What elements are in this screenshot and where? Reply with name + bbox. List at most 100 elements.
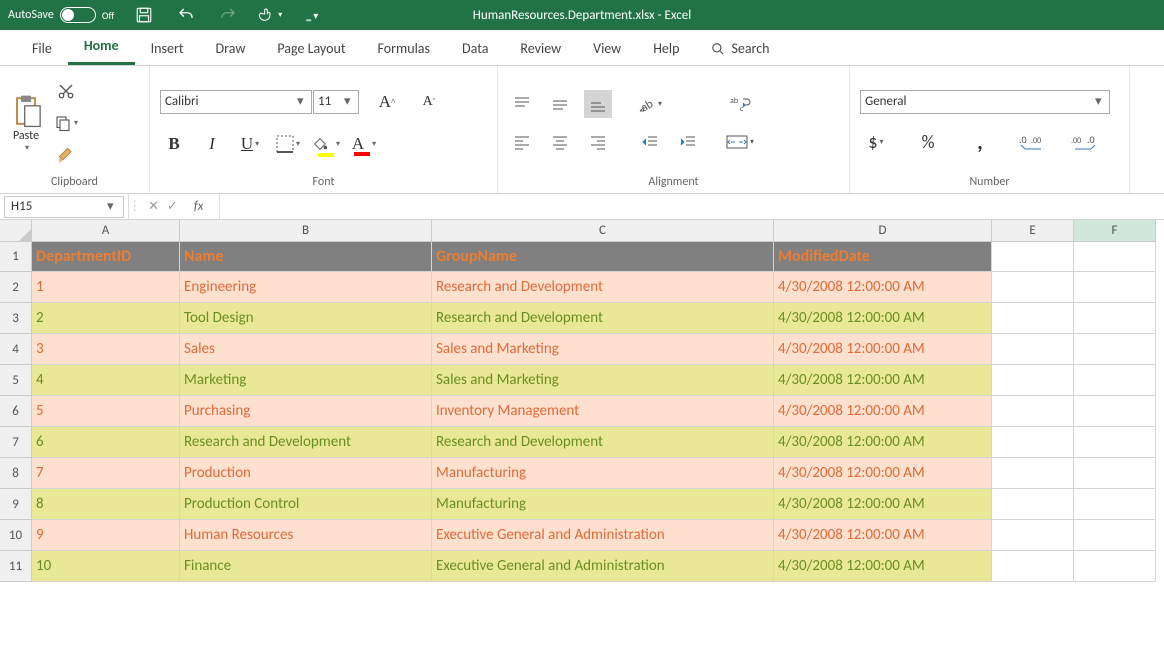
decrease-indent-button[interactable] [636,128,664,156]
cell[interactable]: 9 [32,520,180,551]
cell[interactable]: Inventory Management [432,396,774,427]
tab-review[interactable]: Review [504,32,577,65]
cell[interactable]: 8 [32,489,180,520]
cell[interactable]: 4/30/2008 12:00:00 AM [774,489,992,520]
cell[interactable]: 7 [32,458,180,489]
increase-font-button[interactable]: A^ [373,88,401,116]
tab-formulas[interactable]: Formulas [362,32,446,65]
col-head-A[interactable]: A [32,220,180,242]
cut-button[interactable] [54,79,78,103]
cell[interactable]: 5 [32,396,180,427]
align-middle-button[interactable] [546,90,574,118]
cell[interactable]: 6 [32,427,180,458]
cell[interactable] [992,489,1074,520]
cell[interactable] [1074,396,1156,427]
font-color-button[interactable]: A ▾ [350,130,378,158]
undo-icon[interactable] [174,3,198,27]
cell[interactable]: 4/30/2008 12:00:00 AM [774,396,992,427]
cell[interactable] [992,520,1074,551]
cell[interactable] [1074,551,1156,582]
cell[interactable]: Research and Development [432,427,774,458]
cell[interactable]: Purchasing [180,396,432,427]
row-head[interactable]: 11 [0,551,32,582]
cell[interactable]: Research and Development [432,303,774,334]
font-name-combo[interactable]: Calibri ▾ [160,90,312,114]
increase-indent-button[interactable] [674,128,702,156]
tab-insert[interactable]: Insert [135,32,200,65]
cancel-icon[interactable]: ✕ [148,199,159,214]
cell[interactable] [992,551,1074,582]
cell[interactable]: 3 [32,334,180,365]
fx-icon[interactable]: fx [186,199,212,214]
tab-data[interactable]: Data [446,32,504,65]
tab-draw[interactable]: Draw [200,32,262,65]
row-head[interactable]: 3 [0,303,32,334]
header-cell[interactable]: DepartmentID [32,242,180,272]
italic-button[interactable]: I [198,130,226,158]
font-size-combo[interactable]: 11 ▾ [313,90,359,114]
align-top-button[interactable] [508,90,536,118]
align-bottom-button[interactable] [584,90,612,118]
cell[interactable]: 1 [32,272,180,303]
save-icon[interactable] [132,3,156,27]
align-right-button[interactable] [584,128,612,156]
cell[interactable]: Production [180,458,432,489]
cell[interactable] [1074,520,1156,551]
cell[interactable]: 4/30/2008 12:00:00 AM [774,334,992,365]
cell[interactable]: 10 [32,551,180,582]
formula-input[interactable] [220,194,1164,219]
copy-button[interactable]: ▾ [54,111,78,135]
cell[interactable] [1074,334,1156,365]
cell[interactable]: 4 [32,365,180,396]
col-head-B[interactable]: B [180,220,432,242]
row-head[interactable]: 10 [0,520,32,551]
enter-icon[interactable]: ✓ [167,199,178,214]
align-left-button[interactable] [508,128,536,156]
cell[interactable]: Executive General and Administration [432,551,774,582]
cell[interactable]: 4/30/2008 12:00:00 AM [774,365,992,396]
cell[interactable] [1074,303,1156,334]
decrease-font-button[interactable]: Aˇ [415,88,443,116]
cell[interactable]: Research and Development [180,427,432,458]
cell[interactable] [992,272,1074,303]
cell[interactable] [992,303,1074,334]
cell[interactable] [992,365,1074,396]
cell[interactable]: Manufacturing [432,489,774,520]
fill-color-button[interactable]: ▾ [312,130,340,158]
redo-icon[interactable] [216,3,240,27]
row-head[interactable]: 7 [0,427,32,458]
cell[interactable]: Sales and Marketing [432,365,774,396]
cell[interactable]: Manufacturing [432,458,774,489]
spreadsheet-grid[interactable]: A B C D E F 1DepartmentIDNameGroupNameMo… [0,220,1164,582]
touch-mode-icon[interactable]: ▾ [258,3,282,27]
orientation-button[interactable]: ab▾ [636,90,664,118]
cell[interactable]: Sales and Marketing [432,334,774,365]
row-head[interactable]: 5 [0,365,32,396]
cell[interactable] [1074,427,1156,458]
col-head-D[interactable]: D [774,220,992,242]
cell[interactable]: 4/30/2008 12:00:00 AM [774,458,992,489]
cell[interactable] [992,334,1074,365]
cell[interactable] [1074,458,1156,489]
accounting-format-button[interactable]: $▾ [860,128,892,156]
tab-view[interactable]: View [577,32,637,65]
cell[interactable] [992,242,1074,272]
name-box-expand[interactable]: ⋮ [128,194,140,219]
decrease-decimal-button[interactable]: .00.0 [1068,128,1100,156]
wrap-text-button[interactable]: abc [726,90,754,118]
autosave-toggle[interactable]: AutoSave Off [8,7,114,23]
row-head[interactable]: 2 [0,272,32,303]
cell[interactable] [1074,242,1156,272]
cell[interactable]: Executive General and Administration [432,520,774,551]
cell[interactable]: 4/30/2008 12:00:00 AM [774,303,992,334]
cell[interactable] [1074,272,1156,303]
cell[interactable]: Finance [180,551,432,582]
borders-button[interactable]: ▾ [274,130,302,158]
col-head-F[interactable]: F [1074,220,1156,242]
underline-button[interactable]: U▾ [236,130,264,158]
bold-button[interactable]: B [160,130,188,158]
cell[interactable]: Marketing [180,365,432,396]
cell[interactable]: Production Control [180,489,432,520]
cell[interactable] [1074,489,1156,520]
cell[interactable] [992,458,1074,489]
